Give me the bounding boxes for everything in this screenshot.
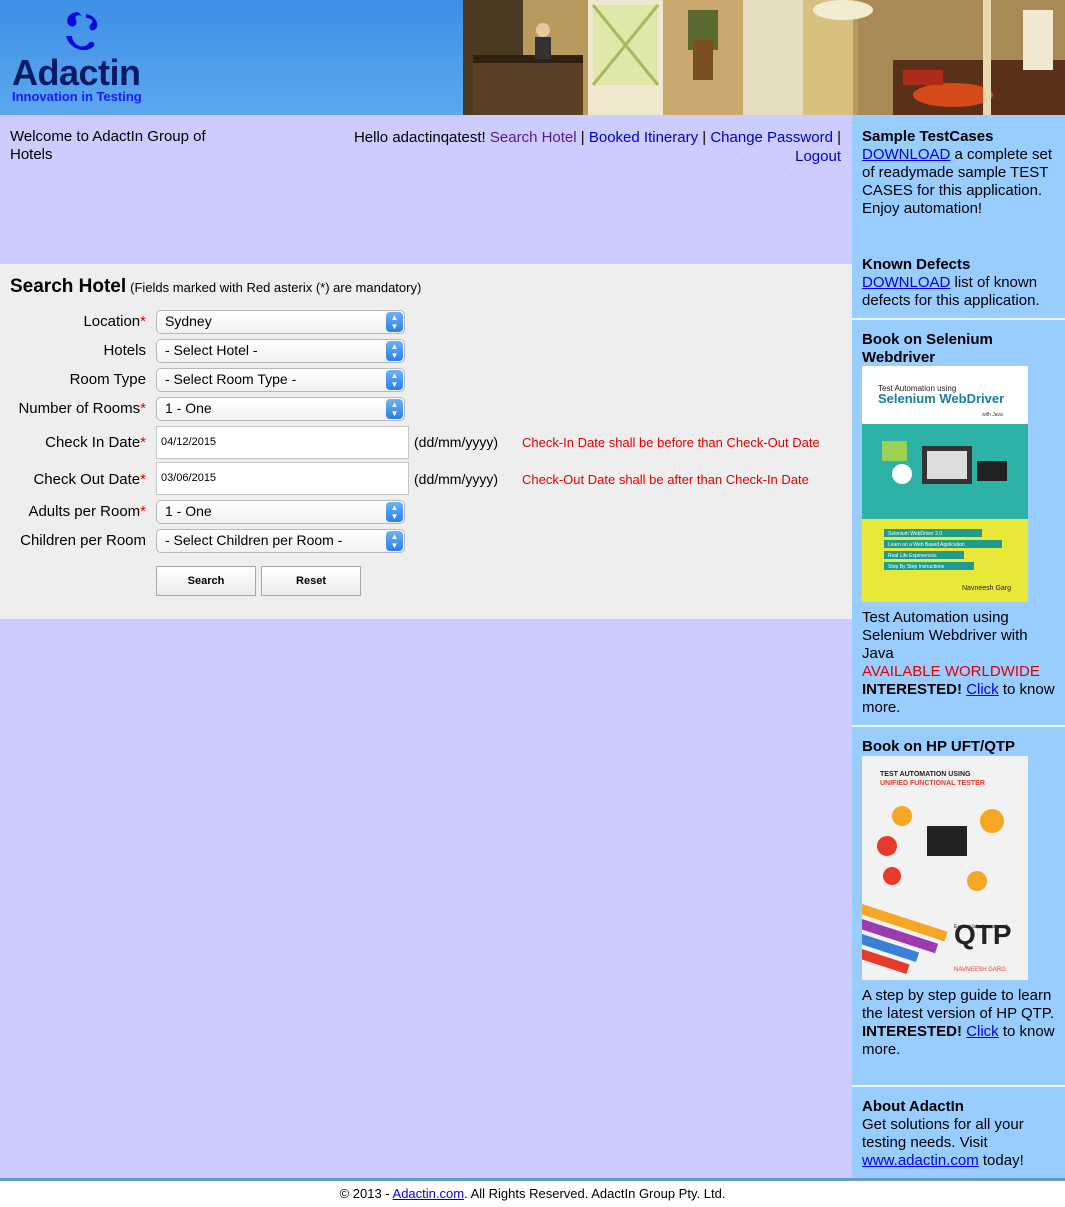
check-out-format: (dd/mm/yyyy) (414, 471, 498, 487)
qtp-cover-big: QTP (954, 919, 1012, 950)
selenium-title: Book on Selenium Webdriver (862, 331, 993, 366)
children-label: Children per Room (20, 532, 146, 549)
select-arrows-icon: ▲ ▼ (386, 399, 403, 419)
selenium-cover-subtitle: with Java (982, 412, 1003, 418)
footer: © 2013 - Adactin.com. All Rights Reserve… (339, 1186, 726, 1201)
defects-download-link[interactable]: DOWNLOAD (862, 274, 950, 291)
logo-swirl-icon (66, 12, 98, 51)
selenium-book-cover[interactable]: Test Automation using Selenium WebDriver… (862, 366, 1028, 602)
nav-separator: | (837, 129, 841, 146)
adults-row: Adults per Room* 1 - One ▲ ▼ (0, 500, 852, 524)
num-rooms-row: Number of Rooms* 1 - One ▲ ▼ (0, 397, 852, 421)
location-row: Location* Sydney ▲ ▼ (0, 310, 852, 334)
form-mandatory-note: (Fields marked with Red asterix (*) are … (130, 280, 422, 295)
header: Adactin Innovation in Testing (0, 0, 1065, 115)
hotels-row: Hotels - Select Hotel - ▲ ▼ (0, 339, 852, 363)
children-select[interactable]: - Select Children per Room - ▲ ▼ (156, 529, 405, 553)
qtp-title: Book on HP UFT/QTP (862, 738, 1016, 755)
search-hotel-form: Search Hotel (Fields marked with Red aste… (0, 264, 852, 619)
nav-logout[interactable]: Logout (795, 148, 841, 165)
sidebar-divider (852, 318, 1065, 320)
testcases-download-link[interactable]: DOWNLOAD (862, 146, 950, 163)
selenium-description: Test Automation using Selenium Webdriver… (862, 609, 1055, 716)
defects-section: Known Defects DOWNLOAD list of known def… (862, 256, 1062, 310)
greeting: Hello adactinqatest! (353, 129, 486, 146)
nav-separator: | (580, 129, 585, 146)
footer-divider (0, 1178, 1065, 1181)
nav-change-password[interactable]: Change Password (710, 129, 833, 146)
testcases-title: Sample TestCases (862, 128, 994, 145)
select-arrows-icon: ▲ ▼ (386, 370, 403, 390)
adactin-logo[interactable]: Adactin Innovation in Testing (10, 8, 170, 108)
about-title: About AdactIn (862, 1098, 964, 1115)
sidebar-divider (852, 1085, 1065, 1087)
qtp-cover-author: NAVNEESH GARG (954, 967, 1006, 973)
lobby-image (463, 0, 1065, 115)
qtp-description: A step by step guide to learn the latest… (862, 987, 1055, 1058)
select-arrows-icon: ▲ ▼ (386, 312, 403, 332)
select-arrows-icon: ▲ ▼ (386, 531, 403, 551)
nav-search-hotel[interactable]: Search Hotel (490, 129, 577, 146)
defects-title: Known Defects (862, 256, 971, 273)
check-in-input[interactable]: 04/12/2015 (156, 426, 409, 459)
room-type-row: Room Type - Select Room Type - ▲ ▼ (0, 368, 852, 392)
sidebar-divider (852, 725, 1065, 727)
welcome-message: Welcome to AdactIn Group of Hotels (10, 128, 206, 163)
hotels-select[interactable]: - Select Hotel - ▲ ▼ (156, 339, 405, 363)
hotels-label: Hotels (103, 342, 146, 359)
form-title: Search Hotel (Fields marked with Red aste… (10, 276, 421, 298)
qtp-click-link[interactable]: Click (966, 1023, 999, 1040)
room-type-select[interactable]: - Select Room Type - ▲ ▼ (156, 368, 405, 392)
form-buttons: Search Reset (0, 566, 852, 598)
check-out-label: Check Out Date* (33, 471, 146, 488)
logo-text: Adactin (12, 52, 141, 93)
form-heading: Search Hotel (10, 276, 127, 297)
footer-adactin-link[interactable]: Adactin.com (393, 1186, 465, 1201)
room-type-label: Room Type (69, 371, 146, 388)
main-content: Welcome to AdactIn Group of Hotels Hello… (0, 115, 852, 1178)
check-out-input[interactable]: 03/06/2015 (156, 462, 409, 495)
adults-label: Adults per Room* (28, 503, 146, 520)
num-rooms-select[interactable]: 1 - One ▲ ▼ (156, 397, 405, 421)
check-out-error: Check-Out Date shall be after than Check… (522, 472, 809, 487)
check-in-format: (dd/mm/yyyy) (414, 434, 498, 450)
qtp-book-cover[interactable]: TEST AUTOMATION USING UNIFIED FUNCTIONAL… (862, 756, 1028, 980)
adults-select[interactable]: 1 - One ▲ ▼ (156, 500, 405, 524)
select-arrows-icon: ▲ ▼ (386, 341, 403, 361)
about-section: About AdactIn Get solutions for all your… (862, 1098, 1024, 1169)
check-in-error: Check-In Date shall be before than Check… (522, 435, 820, 450)
select-arrows-icon: ▲ ▼ (386, 502, 403, 522)
adactin-website-link[interactable]: www.adactin.com (862, 1152, 979, 1169)
reset-button[interactable]: Reset (261, 566, 361, 596)
testcases-section: Sample TestCases DOWNLOAD a complete set… (862, 128, 1062, 218)
top-nav: Hello adactinqatest! Search Hotel | Book… (301, 128, 841, 166)
check-in-row: Check In Date* 04/12/2015 (dd/mm/yyyy) C… (0, 426, 852, 459)
selenium-click-link[interactable]: Click (966, 681, 999, 698)
logo-tagline: Innovation in Testing (12, 89, 142, 104)
nav-separator: | (702, 129, 707, 146)
search-button[interactable]: Search (156, 566, 256, 596)
available-worldwide: AVAILABLE WORLDWIDE (862, 663, 1040, 680)
location-select[interactable]: Sydney ▲ ▼ (156, 310, 405, 334)
num-rooms-label: Number of Rooms* (18, 400, 146, 417)
hotel-lobby-banner (463, 0, 1065, 115)
nav-booked-itinerary[interactable]: Booked Itinerary (589, 129, 698, 146)
about-text: Get solutions for all your testing needs… (862, 1116, 1024, 1151)
selenium-cover-points: Selenium WebDriver 2.0 Learn on a Web Ba… (888, 531, 965, 570)
check-out-row: Check Out Date* 03/06/2015 (dd/mm/yyyy) … (0, 462, 852, 495)
children-row: Children per Room - Select Children per … (0, 529, 852, 553)
sidebar: Sample TestCases DOWNLOAD a complete set… (852, 115, 1065, 1178)
check-in-label: Check In Date* (45, 434, 146, 451)
qtp-cover-title-2: UNIFIED FUNCTIONAL TESTER (880, 780, 985, 787)
location-label: Location* (83, 313, 146, 330)
selenium-cover-author: Navneesh Garg (962, 585, 1012, 592)
